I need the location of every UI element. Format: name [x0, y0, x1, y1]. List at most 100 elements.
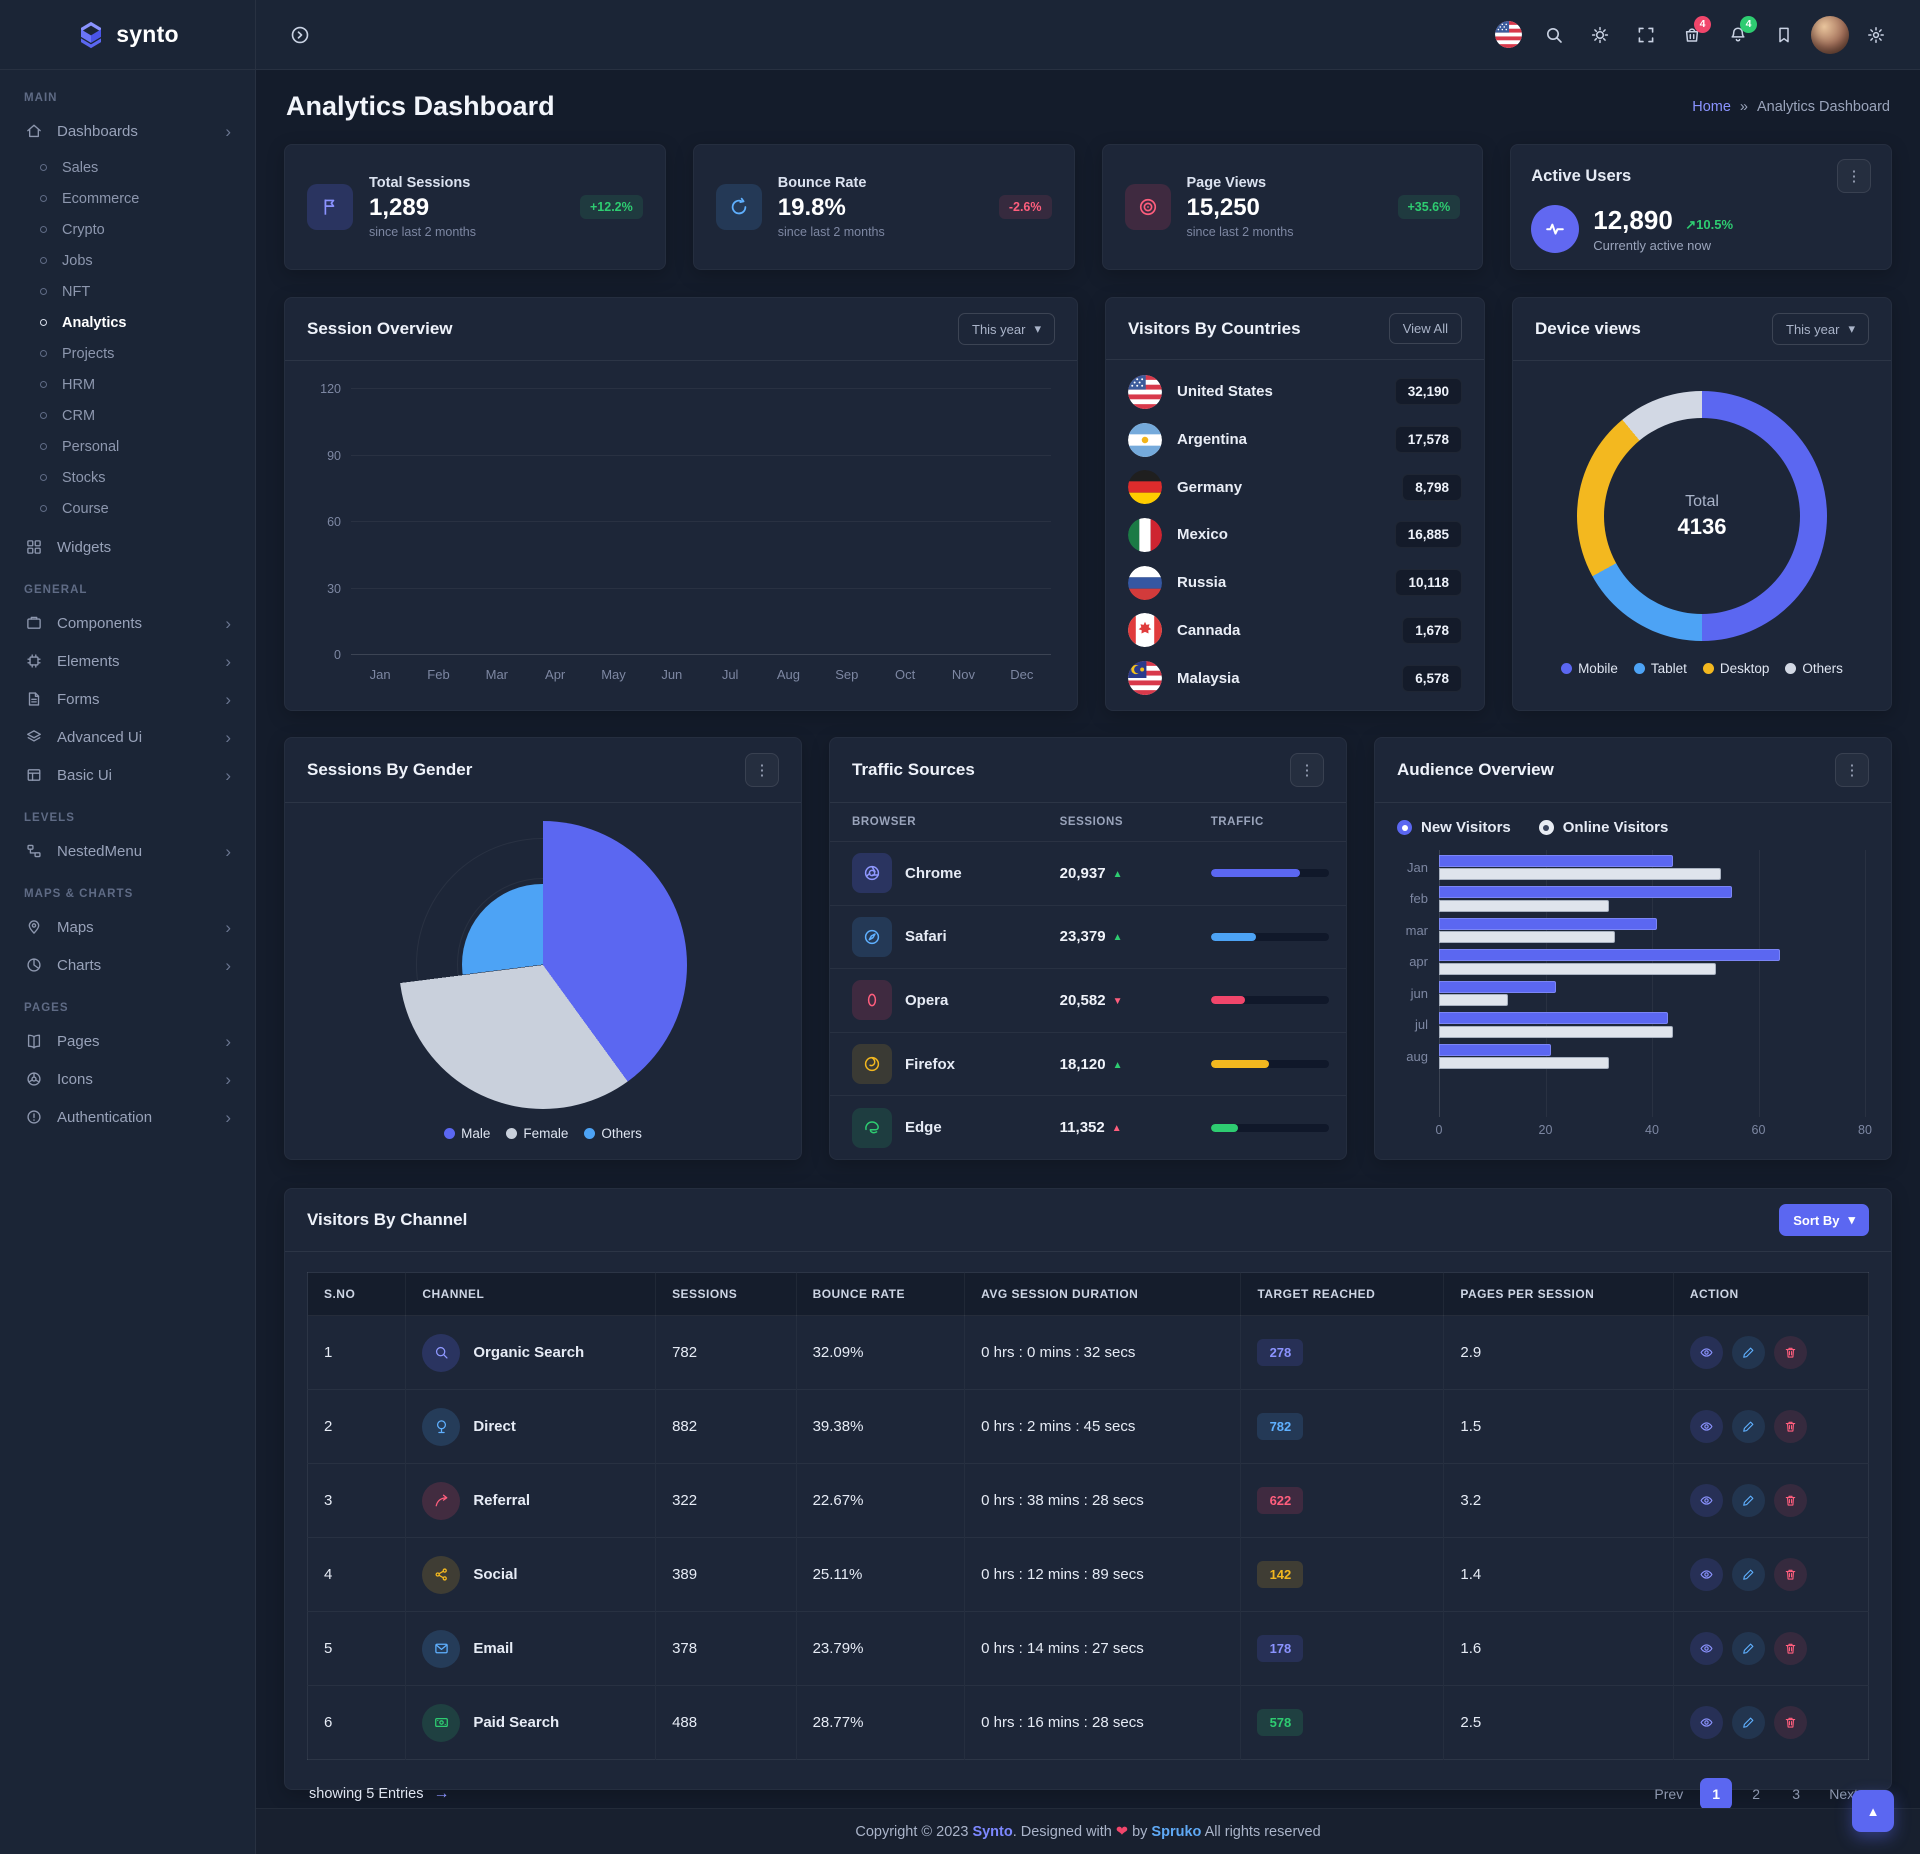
- sidebar-item-widgets[interactable]: Widgets: [14, 528, 241, 566]
- sidebar-subitem-analytics[interactable]: Analytics: [30, 307, 241, 338]
- edit-button[interactable]: [1732, 1632, 1765, 1665]
- edit-button[interactable]: [1732, 1706, 1765, 1739]
- spruko-link[interactable]: Spruko: [1151, 1824, 1201, 1840]
- chrome-icon: [852, 853, 892, 893]
- sidebar-subitem-hrm[interactable]: HRM: [30, 369, 241, 400]
- sidebar-item-basic-ui[interactable]: Basic Ui›: [14, 756, 241, 794]
- view-button[interactable]: [1690, 1558, 1723, 1591]
- sno-cell: 1: [308, 1316, 406, 1390]
- sidebar-subitem-crm[interactable]: CRM: [30, 400, 241, 431]
- search-button[interactable]: [1534, 15, 1574, 55]
- legend-dot: [1561, 663, 1572, 674]
- sidebar-item-maps[interactable]: Maps›: [14, 908, 241, 946]
- sessions-cell: 488: [656, 1686, 796, 1760]
- country-row-ca[interactable]: Cannada1,678: [1128, 613, 1462, 647]
- sidebar-item-label: Elements: [57, 653, 120, 670]
- delete-button[interactable]: [1774, 1706, 1807, 1739]
- cart-button[interactable]: 4: [1672, 15, 1712, 55]
- pagination-page-2[interactable]: 2: [1740, 1778, 1772, 1810]
- kebab-menu-icon[interactable]: ⋮: [1837, 159, 1871, 193]
- breadcrumb-home-link[interactable]: Home: [1692, 99, 1731, 115]
- chevron-right-icon: ›: [225, 615, 231, 632]
- country-row-de[interactable]: Germany8,798: [1128, 470, 1462, 504]
- paid-icon: [422, 1704, 460, 1742]
- sidebar-item-dashboards[interactable]: Dashboards›: [14, 112, 241, 150]
- view-button[interactable]: [1690, 1484, 1723, 1517]
- sessions-cell: 378: [656, 1612, 796, 1686]
- country-row-us[interactable]: United States32,190: [1128, 375, 1462, 409]
- country-row-my[interactable]: Malaysia6,578: [1128, 661, 1462, 695]
- sidebar-subitem-sales[interactable]: Sales: [30, 152, 241, 183]
- sidebar-subitem-course[interactable]: Course: [30, 493, 241, 524]
- sidebar-subitem-crypto[interactable]: Crypto: [30, 214, 241, 245]
- edit-button[interactable]: [1732, 1410, 1765, 1443]
- chevron-down-icon: ▾: [1848, 1212, 1855, 1228]
- sort-by-button[interactable]: Sort By▾: [1779, 1204, 1869, 1236]
- sidebar-item-advanced-ui[interactable]: Advanced Ui›: [14, 718, 241, 756]
- pagination-prev[interactable]: Prev: [1645, 1778, 1692, 1810]
- settings-button[interactable]: [1856, 15, 1896, 55]
- delete-button[interactable]: [1774, 1336, 1807, 1369]
- synto-link[interactable]: Synto: [972, 1824, 1012, 1840]
- logo[interactable]: synto: [0, 0, 255, 70]
- pagination-page-3[interactable]: 3: [1780, 1778, 1812, 1810]
- kebab-menu-icon[interactable]: ⋮: [1290, 753, 1324, 787]
- kebab-menu-icon[interactable]: ⋮: [745, 753, 779, 787]
- theme-toggle-button[interactable]: [1580, 15, 1620, 55]
- bar-group: [1439, 1042, 1865, 1071]
- country-row-ru[interactable]: Russia10,118: [1128, 566, 1462, 600]
- view-button[interactable]: [1690, 1706, 1723, 1739]
- country-row-mx[interactable]: Mexico16,885: [1128, 518, 1462, 552]
- country-row-ar[interactable]: Argentina17,578: [1128, 423, 1462, 457]
- sidebar-item-elements[interactable]: Elements›: [14, 642, 241, 680]
- session-range-select[interactable]: This year▾: [958, 313, 1055, 345]
- sidebar-subitem-projects[interactable]: Projects: [30, 338, 241, 369]
- edit-button[interactable]: [1732, 1558, 1765, 1591]
- sidebar-item-pages[interactable]: Pages›: [14, 1022, 241, 1060]
- sidebar-subitem-personal[interactable]: Personal: [30, 431, 241, 462]
- sidebar-subitem-ecommerce[interactable]: Ecommerce: [30, 183, 241, 214]
- sidebar-item-components[interactable]: Components›: [14, 604, 241, 642]
- view-button[interactable]: [1690, 1336, 1723, 1369]
- kebab-menu-icon[interactable]: ⋮: [1835, 753, 1869, 787]
- view-all-button[interactable]: View All: [1389, 313, 1462, 344]
- scroll-to-top-button[interactable]: ▲: [1852, 1790, 1894, 1832]
- edit-button[interactable]: [1732, 1484, 1765, 1517]
- edit-button[interactable]: [1732, 1336, 1765, 1369]
- sidebar-subitem-jobs[interactable]: Jobs: [30, 245, 241, 276]
- user-avatar: [1811, 16, 1849, 54]
- traffic-row-opera: Opera20,582▼: [830, 969, 1346, 1033]
- legend-online-visitors[interactable]: Online Visitors: [1539, 819, 1669, 836]
- bullet-icon: [40, 288, 47, 295]
- active-users-card: Active Users ⋮ 12,890 ↗10.5% Currently a…: [1510, 144, 1892, 270]
- profile-button[interactable]: [1810, 15, 1850, 55]
- delete-button[interactable]: [1774, 1632, 1807, 1665]
- notifications-button[interactable]: 4: [1718, 15, 1758, 55]
- view-button[interactable]: [1690, 1632, 1723, 1665]
- delete-button[interactable]: [1774, 1558, 1807, 1591]
- sidebar-item-nestedmenu[interactable]: NestedMenu›: [14, 832, 241, 870]
- fullscreen-button[interactable]: [1626, 15, 1666, 55]
- device-range-select[interactable]: This year▾: [1772, 313, 1869, 345]
- sidebar-item-charts[interactable]: Charts›: [14, 946, 241, 984]
- pagination-page-1[interactable]: 1: [1700, 1778, 1732, 1810]
- sidebar-item-icons[interactable]: Icons›: [14, 1060, 241, 1098]
- delete-button[interactable]: [1774, 1410, 1807, 1443]
- language-button[interactable]: [1488, 15, 1528, 55]
- sidebar-subitem-nft[interactable]: NFT: [30, 276, 241, 307]
- sidebar-item-label: Forms: [57, 691, 100, 708]
- x-tick-label: 80: [1858, 1123, 1872, 1137]
- sidebar-subitem-stocks[interactable]: Stocks: [30, 462, 241, 493]
- delete-button[interactable]: [1774, 1484, 1807, 1517]
- sidebar-toggle-button[interactable]: [280, 15, 320, 55]
- bookmark-button[interactable]: [1764, 15, 1804, 55]
- view-button[interactable]: [1690, 1410, 1723, 1443]
- sidebar-item-forms[interactable]: Forms›: [14, 680, 241, 718]
- refresh-icon: [716, 184, 762, 230]
- card-title: Audience Overview: [1397, 760, 1554, 780]
- channel-cell: Referral: [406, 1464, 656, 1538]
- sidebar-item-authentication[interactable]: Authentication›: [14, 1098, 241, 1136]
- donut-center-label: Total: [1678, 493, 1727, 511]
- legend-new-visitors[interactable]: New Visitors: [1397, 819, 1511, 836]
- browser-cell: Edge: [852, 1108, 1060, 1148]
